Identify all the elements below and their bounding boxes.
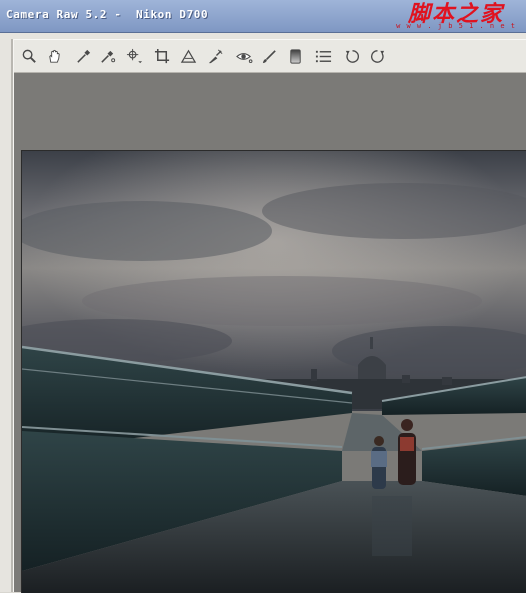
eyedropper-icon [76, 49, 90, 63]
color-sampler-icon [100, 50, 115, 63]
hand-icon [48, 49, 60, 63]
image-preview-area[interactable] [14, 73, 526, 593]
rotate-left-icon [345, 49, 359, 63]
title-bar: Camera Raw 5.2 - Nikon D700 脚本之家 w w w .… [0, 0, 526, 33]
crop-icon [154, 48, 169, 63]
preferences-button[interactable] [314, 47, 332, 65]
color-sampler-tool-button[interactable] [98, 47, 116, 65]
rotate-right-icon [370, 49, 384, 63]
target-icon [126, 48, 142, 63]
zoom-tool-button[interactable] [20, 47, 38, 65]
straighten-icon [180, 49, 196, 63]
toolbar [14, 39, 526, 73]
camera-raw-dialog [0, 33, 526, 593]
bridge-photo-image [22, 151, 526, 593]
watermark-url: w w w . j b 5 1 . n e t [396, 22, 516, 30]
hand-tool-button[interactable] [45, 47, 63, 65]
spot-removal-icon [208, 49, 222, 63]
brush-icon [262, 49, 276, 63]
list-icon [315, 50, 331, 62]
red-eye-removal-tool-button[interactable] [235, 47, 253, 65]
magnifier-icon [22, 49, 36, 63]
targeted-adjustment-tool-button[interactable] [125, 47, 143, 65]
crop-tool-button[interactable] [153, 47, 171, 65]
photo-preview[interactable] [21, 150, 526, 593]
site-watermark: 脚本之家 w w w . j b 5 1 . n e t [396, 1, 516, 30]
rotate-ccw-button[interactable] [343, 47, 361, 65]
white-balance-tool-button[interactable] [74, 47, 92, 65]
straighten-tool-button[interactable] [179, 47, 197, 65]
graduated-filter-icon [289, 48, 301, 64]
red-eye-icon [235, 52, 252, 63]
window-title: Camera Raw 5.2 - Nikon D700 [6, 8, 209, 21]
rotate-cw-button[interactable] [368, 47, 386, 65]
spot-removal-tool-button[interactable] [206, 47, 224, 65]
graduated-filter-tool-button[interactable] [286, 47, 304, 65]
adjustment-brush-tool-button[interactable] [260, 47, 278, 65]
